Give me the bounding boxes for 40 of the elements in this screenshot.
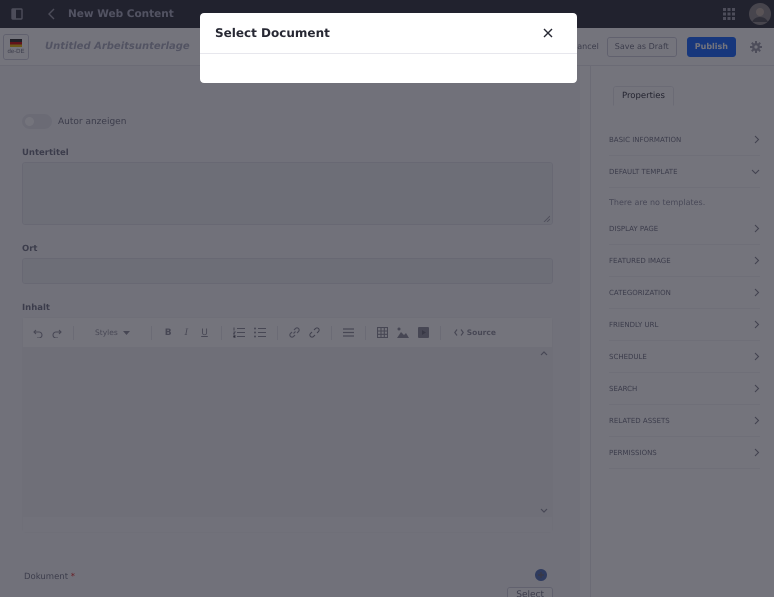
chevron-right-icon [754,320,760,329]
chevron-right-icon [754,288,760,297]
chevron-right-icon [754,416,760,425]
chevron-right-icon [754,448,760,457]
chevron-right-icon [754,135,760,144]
avatar-icon[interactable] [749,3,771,25]
code-icon [454,329,464,336]
table-icon[interactable] [376,327,388,338]
text-area[interactable] [22,162,553,225]
sidebar-toggle-icon[interactable] [11,8,23,20]
image-icon[interactable] [396,327,409,338]
caret-icon [122,330,130,334]
unlink-icon[interactable] [308,327,320,338]
undo-icon[interactable] [33,328,43,338]
resize-handle-icon[interactable] [543,215,550,222]
chevron-right-icon [754,384,760,393]
apps-grid-icon[interactable] [723,8,735,20]
chevron-right-icon [754,256,760,265]
video-icon[interactable] [418,327,429,338]
bullet-list-icon[interactable] [254,327,266,338]
back-icon[interactable] [48,8,56,20]
modal-title: Select Document [215,26,330,40]
redo-icon[interactable] [52,328,62,338]
cancel-link[interactable]: ancel [577,36,599,56]
scroll-up-icon[interactable] [540,351,548,356]
settings-icon[interactable] [750,40,762,52]
save-draft-button[interactable]: Save as Draft [606,36,677,56]
publish-button[interactable]: Publish [686,36,736,56]
align-icon[interactable] [342,328,354,337]
add-icon[interactable] [535,569,547,581]
link-icon[interactable] [288,327,300,338]
flag-icon [10,38,22,46]
chevron-right-icon [754,352,760,361]
close-icon[interactable] [543,28,553,38]
properties-tab[interactable]: Properties [613,86,674,106]
scroll-down-icon[interactable] [540,508,548,513]
chevron-right-icon [754,224,760,233]
chevron-down-icon [751,168,760,174]
numbered-list-icon[interactable] [232,327,245,338]
select-button[interactable]: Select [507,587,553,597]
